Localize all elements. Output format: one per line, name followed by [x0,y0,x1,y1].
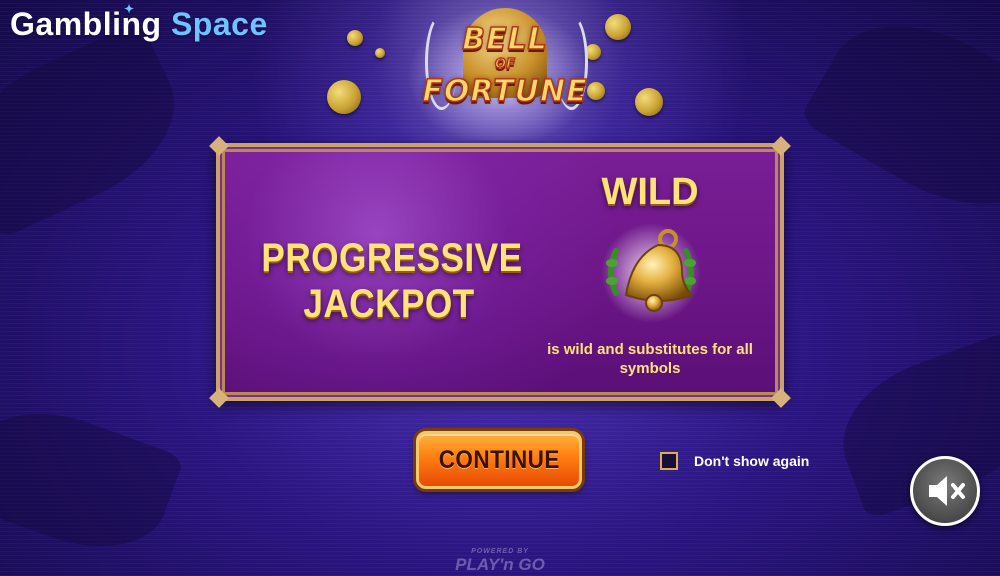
golden-bell-icon [601,223,701,323]
provider-name: PLAY'n GO [455,555,545,574]
coin-icon [605,14,631,40]
coin-icon [347,30,363,46]
background-leaf [798,0,1000,240]
coin-icon [327,80,361,114]
brand-name-part2: Space [170,6,268,42]
brand-logo: ✦ Gambling Space [10,2,268,43]
dont-show-again-toggle[interactable]: Don't show again [660,452,809,470]
mute-button[interactable] [910,456,980,526]
panel-corner-ornament [771,388,791,408]
logo-text-of: OF [494,56,515,73]
speaker-muted-icon [929,476,965,506]
panel-corner-ornament [209,136,229,156]
wild-description: is wild and substitutes for all symbols [547,341,753,377]
panel-corner-ornament [771,136,791,156]
logo-text-fortune: FORTUNE [422,73,588,110]
wild-title: WILD [601,171,699,213]
continue-button[interactable]: CONTINUE [416,431,582,489]
provider-logo: POWERED BY PLAY'n GO [440,548,560,575]
coin-icon [635,88,663,116]
dont-show-again-checkbox[interactable] [660,452,678,470]
progressive-jackpot-title: PROGRESSIVE JACKPOT [261,236,523,326]
coin-icon [375,48,385,58]
sparkle-icon: ✦ [124,2,135,16]
logo-text-bell: BELL [461,21,548,58]
panel-corner-ornament [209,388,229,408]
feature-info-panel: PROGRESSIVE JACKPOT WILD is wild and sub… [209,136,791,408]
background-leaf [0,389,185,571]
background-leaf [0,20,200,240]
brand-name-part1: Gambling [10,6,162,42]
game-logo: BELL OF FORTUNE [315,0,685,140]
dont-show-again-label: Don't show again [694,453,810,469]
continue-button-label: CONTINUE [438,445,560,474]
